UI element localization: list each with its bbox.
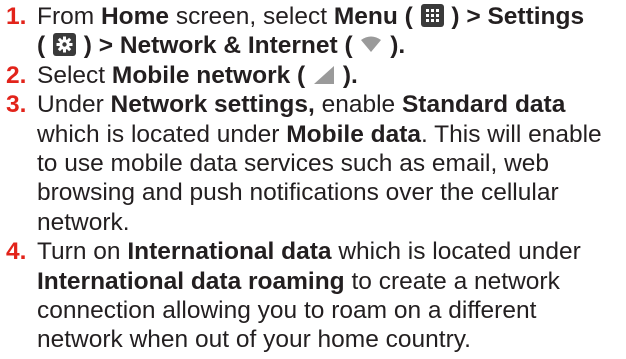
step-text: Turn on: [37, 238, 128, 266]
step-text: enable: [314, 91, 402, 119]
step-text: which is located under: [37, 120, 287, 148]
step-text: (: [397, 3, 420, 30]
wifi-icon: [360, 32, 382, 53]
step-number: 4.: [6, 238, 27, 266]
network-internet-text: ) > Network & Internet: [76, 32, 338, 60]
step-text: screen, select: [169, 3, 334, 30]
step-4: 4. Turn on International data which is l…: [0, 237, 626, 355]
step-number: 1.: [6, 3, 27, 30]
apps-grid-icon: [420, 4, 444, 27]
signal-icon: [313, 63, 335, 84]
step-text: Under: [37, 91, 111, 119]
international-roaming-label: International data roaming: [37, 267, 345, 295]
step-text: Select: [37, 61, 112, 89]
step-text: ).: [336, 61, 358, 89]
home-label: Home: [100, 3, 170, 30]
settings-path-text: ) > Settings: [444, 3, 585, 30]
international-data-label: International data: [127, 238, 332, 266]
step-1: 1. From Home screen, select Menu ( ) > S…: [0, 2, 626, 61]
standard-data-label: Standard data: [401, 91, 566, 119]
step-text: (: [337, 32, 360, 60]
step-text: ).: [383, 32, 406, 60]
mobile-network-label: Mobile network: [111, 61, 291, 89]
instruction-steps: 1. From Home screen, select Menu ( ) > S…: [0, 2, 626, 355]
gear-icon: [52, 33, 76, 57]
menu-label: Menu: [333, 3, 398, 30]
step-text: (: [290, 61, 313, 89]
mobile-data-label: Mobile data: [286, 120, 421, 148]
step-2: 2. Select Mobile network ( ).: [0, 61, 626, 90]
step-number: 3.: [6, 91, 27, 119]
step-3: 3. Under Network settings, enable Standa…: [0, 90, 626, 237]
network-settings-label: Network settings,: [110, 91, 315, 119]
step-text: (: [37, 32, 52, 60]
step-text: which is located under: [331, 238, 581, 266]
step-number: 2.: [6, 61, 27, 89]
step-text: From: [37, 3, 101, 30]
